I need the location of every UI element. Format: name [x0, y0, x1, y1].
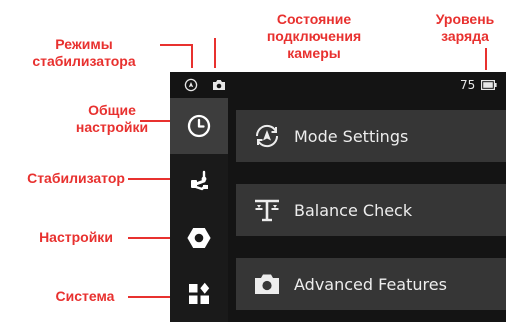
leader-settings: [128, 237, 176, 239]
balance-icon: [255, 199, 279, 222]
sidebar-item-general-settings[interactable]: [170, 98, 228, 154]
sidebar: [170, 98, 228, 322]
callout-battery-level: Уровень заряда: [435, 11, 495, 44]
sidebar-item-system[interactable]: [170, 266, 228, 322]
camera-status-icon: [213, 80, 225, 90]
mode-icon: [255, 124, 279, 148]
menu-item-label: Mode Settings: [294, 126, 409, 146]
hexagon-icon: [187, 228, 211, 248]
grid-icon: [189, 282, 210, 304]
callout-stabilizer-modes: Режимы стабилизатора: [32, 36, 136, 69]
gimbal-icon: [191, 170, 208, 191]
callout-gimbal: Стабилизатор: [27, 170, 125, 186]
leader-camera-status: [214, 38, 216, 68]
clock-icon: [187, 114, 211, 138]
device-screen: 75 Mode Settings Balance Check Advanced …: [170, 72, 506, 322]
callout-general-settings: Общие настройки: [75, 102, 149, 135]
sidebar-item-gimbal[interactable]: [170, 154, 228, 210]
leader-gimbal: [128, 178, 176, 180]
leader-battery: [485, 48, 487, 70]
leader-stabilizer-modes-h: [160, 44, 192, 46]
menu-item-balance-check[interactable]: Balance Check: [236, 184, 506, 236]
sidebar-item-settings[interactable]: [170, 210, 228, 266]
leader-stabilizer-modes-v: [191, 44, 193, 68]
battery-icon: [481, 80, 497, 90]
camera-icon: [255, 274, 279, 294]
leader-system: [128, 296, 176, 298]
battery-level-text: 75: [460, 78, 476, 92]
status-bar: 75: [170, 72, 506, 98]
menu-item-label: Advanced Features: [294, 274, 447, 294]
menu-item-advanced-features[interactable]: Advanced Features: [236, 258, 506, 310]
gimbal-mode-icon: [184, 78, 198, 92]
callout-settings: Настройки: [39, 229, 113, 245]
menu-item-label: Balance Check: [294, 200, 413, 220]
menu-item-mode-settings[interactable]: Mode Settings: [236, 110, 506, 162]
callout-system: Система: [55, 288, 115, 304]
callout-camera-status: Состояние подключения камеры: [266, 11, 362, 61]
